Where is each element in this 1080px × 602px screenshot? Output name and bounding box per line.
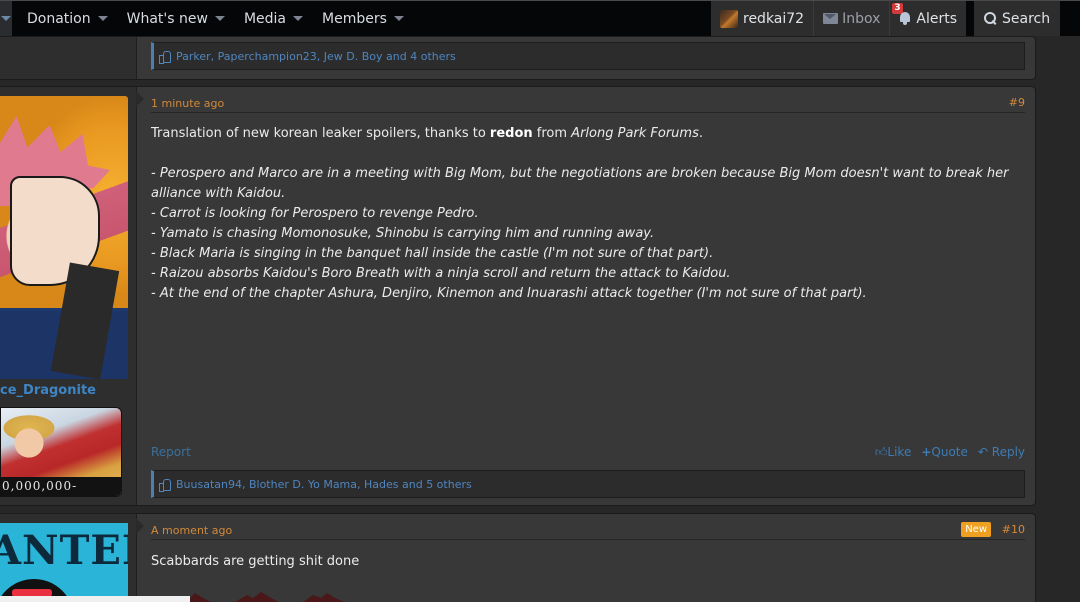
search-button[interactable]: Search <box>974 1 1061 36</box>
post-meta: 1 minute ago #9 <box>151 87 1025 113</box>
bell-icon <box>899 12 911 25</box>
user-avatar-large[interactable]: ANTED <box>0 523 128 602</box>
reactions-bar: Parker, Paperchampion23, Jew D. Boy and … <box>151 42 1025 70</box>
spoiler-line: - Black Maria is singing in the banquet … <box>151 246 714 261</box>
like-label: Like <box>887 445 912 459</box>
main-nav: Donation What's new Media Members <box>0 1 408 36</box>
chevron-down-icon <box>1 16 11 21</box>
user-avatar-large[interactable] <box>0 96 128 379</box>
post-text: Scabbards are getting shit done <box>151 554 360 569</box>
post-number-link[interactable]: #9 <box>1009 96 1025 109</box>
nav-item-donation[interactable]: Donation <box>12 1 108 36</box>
reactions-list[interactable]: Parker, Paperchampion23, Jew D. Boy and … <box>176 50 456 63</box>
post-arrow <box>136 518 144 534</box>
quote-link[interactable]: +Quote <box>921 445 968 460</box>
nav-overflow-dropdown[interactable] <box>0 1 12 36</box>
alerts-label: Alerts <box>916 10 958 27</box>
like-link[interactable]: 👍︎Like <box>875 445 911 460</box>
nav-item-label: Members <box>322 10 387 27</box>
intro-text: Translation of new korean leaker spoiler… <box>151 126 490 141</box>
alerts-button[interactable]: 3 Alerts <box>890 1 966 36</box>
spoiler-line: - Raizou absorbs Kaidou's Boro Breath wi… <box>151 266 731 281</box>
reply-link[interactable]: ↶ Reply <box>978 445 1025 460</box>
bottom-overlay-strip <box>0 596 190 602</box>
plus-icon: + <box>921 445 932 459</box>
spoiler-line: - Carrot is looking for Perospero to rev… <box>151 206 479 221</box>
user-nav-group: redkai72 Inbox 3 Alerts <box>711 1 967 36</box>
user-banner-image: 0,000,000- <box>0 407 122 497</box>
intro-bold: redon <box>489 126 533 141</box>
post-author-link[interactable]: ce_Dragonite <box>0 383 96 398</box>
thumbs-up-icon <box>159 50 171 64</box>
post-main: A moment ago New #10 Scabbards are getti… <box>136 514 1035 602</box>
spoiler-line: - Yamato is chasing Momonosuke, Shinobu … <box>151 226 655 241</box>
post-action-links: 👍︎Like +Quote ↶ Reply <box>875 445 1025 460</box>
user-nav: redkai72 Inbox 3 Alerts Search <box>711 1 1061 36</box>
nav-item-whats-new[interactable]: What's new <box>112 1 225 36</box>
reply-label: Reply <box>991 445 1025 459</box>
reactions-bar: Buusatan94, Blother D. Yo Mama, Hades an… <box>151 470 1025 498</box>
post-body: Translation of new korean leaker spoiler… <box>151 124 1015 304</box>
envelope-icon <box>823 13 839 24</box>
post-intro: Translation of new korean leaker spoiler… <box>151 124 1015 144</box>
inbox-label: Inbox <box>842 10 881 27</box>
wanted-poster-text: ANTED <box>0 527 128 574</box>
image-fragment <box>235 592 279 602</box>
reply-arrow-icon: ↶ <box>977 445 992 459</box>
intro-text: . <box>698 126 704 141</box>
nav-item-label: Donation <box>27 10 91 27</box>
bounty-text: 0,000,000- <box>1 477 121 496</box>
inbox-button[interactable]: Inbox <box>814 1 891 36</box>
intro-text: from <box>532 126 572 141</box>
post-arrow <box>136 91 144 107</box>
post-actions: Report 👍︎Like +Quote ↶ Reply <box>151 445 1025 465</box>
nav-item-label: What's new <box>126 10 208 27</box>
nav-item-label: Media <box>243 10 287 27</box>
post-timestamp[interactable]: 1 minute ago <box>151 97 224 110</box>
thumbs-up-icon <box>159 478 171 492</box>
chevron-down-icon <box>214 16 225 21</box>
post-number-link[interactable]: #10 <box>1002 523 1025 536</box>
embedded-image-top-edge <box>175 592 345 602</box>
post-meta: A moment ago New #10 <box>151 514 1025 540</box>
post-user-column: ce_Dragonite 0,000,000- <box>0 87 137 505</box>
report-link[interactable]: Report <box>151 445 191 459</box>
post-user-column <box>0 37 137 79</box>
user-account-menu[interactable]: redkai72 <box>711 1 815 36</box>
quote-label: Quote <box>931 445 968 459</box>
spoiler-line: - At the end of the chapter Ashura, Denj… <box>151 286 867 301</box>
post-body: Scabbards are getting shit done <box>151 552 1015 572</box>
post-timestamp[interactable]: A moment ago <box>151 524 232 537</box>
post-10: ANTED A moment ago New #10 Scabbards are… <box>0 513 1036 602</box>
spoiler-line: - Perospero and Marco are in a meeting w… <box>151 166 1009 201</box>
search-icon <box>984 12 997 25</box>
search-label: Search <box>1002 10 1051 27</box>
post-main: 1 minute ago #9 Translation of new korea… <box>136 87 1035 505</box>
user-avatar <box>720 9 738 28</box>
post-previous: Parker, Paperchampion23, Jew D. Boy and … <box>0 36 1036 80</box>
chevron-down-icon <box>293 16 304 21</box>
nav-item-members[interactable]: Members <box>307 1 404 36</box>
intro-italic: Arlong Park Forums <box>571 126 699 141</box>
post-9: ce_Dragonite 0,000,000- 1 minute ago #9 … <box>0 86 1036 506</box>
post-user-column: ANTED <box>0 514 137 602</box>
image-fragment <box>303 593 345 602</box>
new-badge: New <box>961 522 991 537</box>
alerts-icon-wrap: 3 <box>892 3 916 25</box>
top-navbar: Donation What's new Media Members redkai… <box>0 0 1080 36</box>
username-label: redkai72 <box>743 10 805 27</box>
post-main: Parker, Paperchampion23, Jew D. Boy and … <box>137 37 1035 79</box>
thumbs-up-icon: 👍︎ <box>874 445 888 459</box>
reactions-list[interactable]: Buusatan94, Blother D. Yo Mama, Hades an… <box>176 478 472 491</box>
nav-item-media[interactable]: Media <box>229 1 304 36</box>
chevron-down-icon <box>393 16 404 21</box>
chevron-down-icon <box>97 16 108 21</box>
